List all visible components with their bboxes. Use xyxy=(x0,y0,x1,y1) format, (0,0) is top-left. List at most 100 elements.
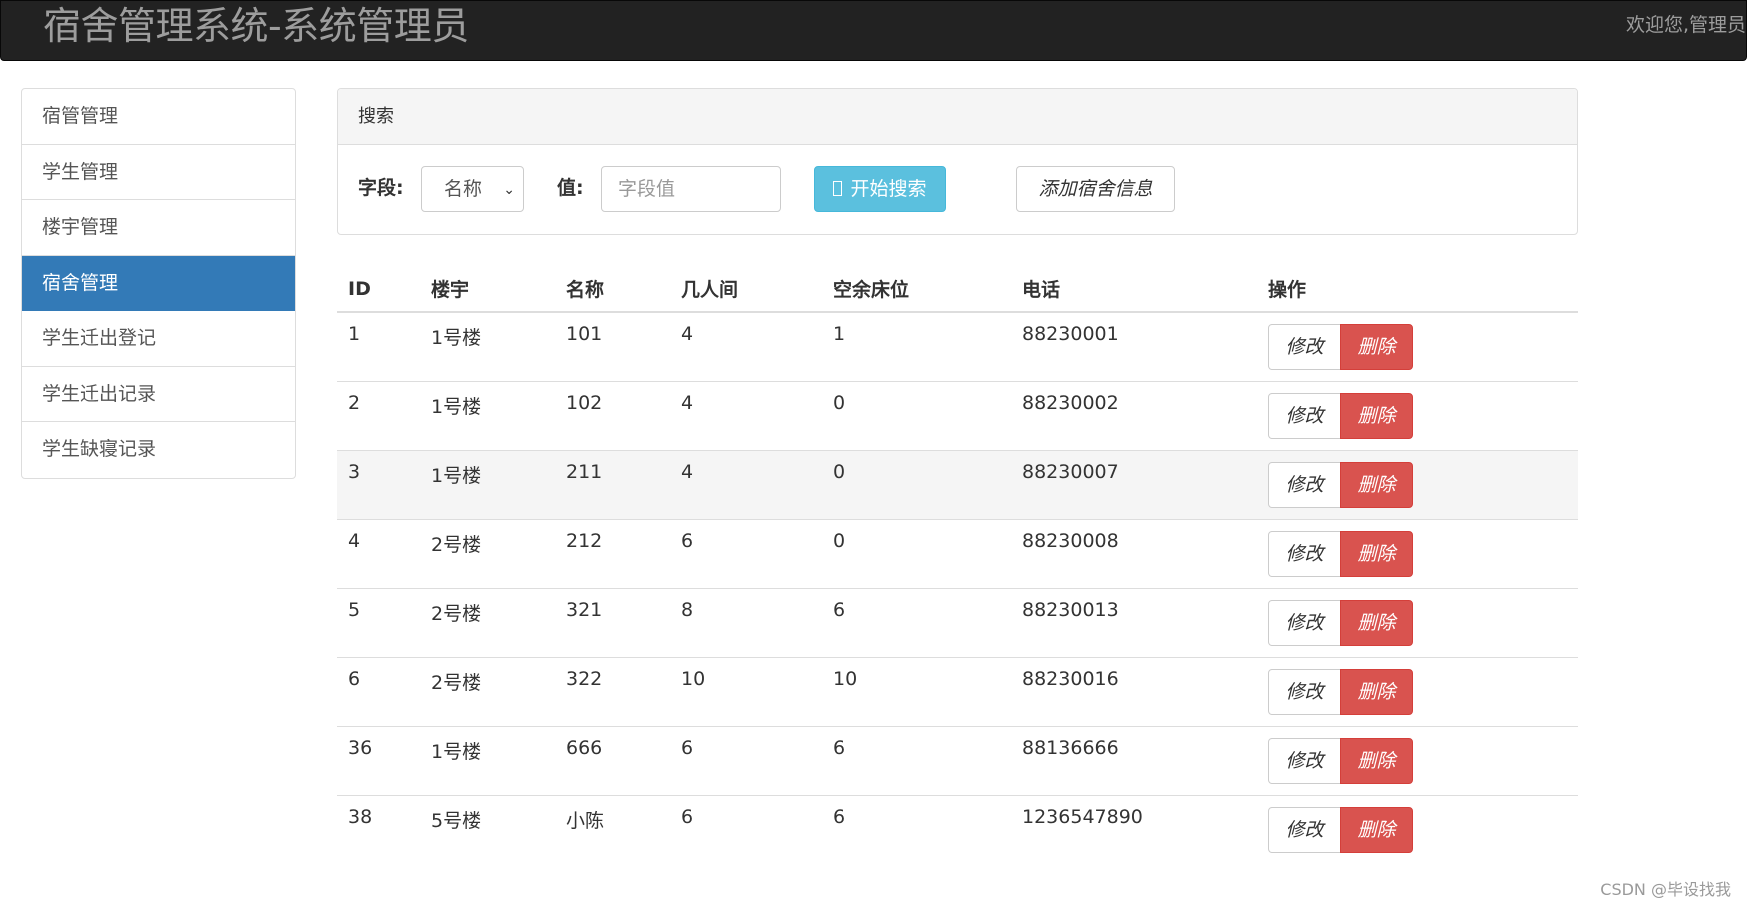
edit-button[interactable]: 修改 xyxy=(1268,530,1341,577)
field-label: 字段: xyxy=(358,177,404,199)
sidebar-item-checkout-register[interactable]: 学生迁出登记 xyxy=(22,311,295,367)
col-header-phone: 电话 xyxy=(1011,266,1257,313)
cell-capacity: 8 xyxy=(670,587,822,657)
value-input[interactable]: 字段值 xyxy=(601,166,781,212)
cell-phone: 88230002 xyxy=(1011,380,1257,450)
field-select-value: 名称 xyxy=(444,178,483,200)
cell-phone: 88230013 xyxy=(1011,587,1257,657)
cell-name: 322 xyxy=(555,656,670,726)
col-header-id: ID xyxy=(337,266,420,313)
sidebar-item-checkout-records[interactable]: 学生迁出记录 xyxy=(22,367,295,422)
table-row: 2 1号楼 102 4 0 88230002 修改 删除 xyxy=(337,380,1578,450)
cell-capacity: 4 xyxy=(681,323,694,345)
watermark: CSDN @毕设找我 xyxy=(1600,880,1731,899)
search-panel: 搜索 字段: 名称 ⌄ 值: 字段值 开始搜索 添加宿舍信息 xyxy=(337,88,1578,235)
search-button-label: 开始搜索 xyxy=(850,178,927,200)
cell-building: 2号楼 xyxy=(420,656,555,726)
cell-capacity: 6 xyxy=(670,518,822,588)
table-row: 36 1号楼 666 6 6 88136666 修改 删除 xyxy=(337,725,1578,795)
cell-free-beds: 6 xyxy=(822,794,1011,864)
cell-building: 1号楼 xyxy=(420,725,555,795)
delete-button[interactable]: 删除 xyxy=(1340,668,1413,715)
sidebar-item-students[interactable]: 学生管理 xyxy=(22,145,295,200)
cell-building: 1号楼 xyxy=(420,449,555,519)
value-label: 值: xyxy=(557,177,584,199)
field-select[interactable]: 名称 ⌄ xyxy=(421,166,524,212)
cell-building: 1号楼 xyxy=(431,327,482,349)
sidebar-item-dorms[interactable]: 宿舍管理 xyxy=(22,255,295,311)
sidebar-nav: 宿管管理 学生管理 楼宇管理 宿舍管理 学生迁出登记 学生迁出记录 学生缺寝记录 xyxy=(21,88,296,479)
search-icon xyxy=(833,181,843,196)
col-header-capacity: 几人间 xyxy=(670,266,822,313)
table-header-row: ID 楼宇 名称 几人间 空余床位 电话 操作 xyxy=(337,266,1578,313)
cell-free-beds: 0 xyxy=(822,380,1011,450)
cell-building: 1号楼 xyxy=(420,380,555,450)
cell-name: 102 xyxy=(555,380,670,450)
delete-button[interactable]: 删除 xyxy=(1340,392,1413,439)
cell-capacity: 6 xyxy=(670,794,822,864)
delete-button[interactable]: 删除 xyxy=(1340,737,1413,784)
cell-capacity: 6 xyxy=(670,725,822,795)
edit-button[interactable]: 修改 xyxy=(1268,392,1341,439)
top-navbar: 宿舍管理系统-系统管理员 欢迎您,管理员 xyxy=(0,0,1747,61)
cell-free-beds: 6 xyxy=(822,725,1011,795)
cell-name: 211 xyxy=(555,449,670,519)
add-dorm-button[interactable]: 添加宿舍信息 xyxy=(1016,166,1175,212)
cell-capacity: 4 xyxy=(670,449,822,519)
table-row: 3 1号楼 211 4 0 88230007 修改 删除 xyxy=(337,449,1578,519)
cell-actions: 修改 删除 xyxy=(1257,449,1578,519)
cell-building: 5号楼 xyxy=(420,794,555,864)
cell-actions: 修改 删除 xyxy=(1257,725,1578,795)
edit-button[interactable]: 修改 xyxy=(1268,806,1341,853)
cell-id: 4 xyxy=(337,518,420,588)
cell-id: 36 xyxy=(337,725,420,795)
cell-id: 6 xyxy=(337,656,420,726)
table-row: 38 5号楼 小陈 6 6 1236547890 修改 删除 xyxy=(337,794,1578,864)
col-header-building: 楼宇 xyxy=(420,266,555,313)
cell-name: 101 xyxy=(566,323,603,345)
cell-id: 5 xyxy=(337,587,420,657)
search-panel-body: 字段: 名称 ⌄ 值: 字段值 开始搜索 添加宿舍信息 xyxy=(338,145,1577,235)
cell-free-beds: 0 xyxy=(822,449,1011,519)
cell-building: 2号楼 xyxy=(420,518,555,588)
table-row: 6 2号楼 322 10 10 88230016 修改 删除 xyxy=(337,656,1578,726)
sidebar-item-buildings[interactable]: 楼宇管理 xyxy=(22,200,295,256)
cell-phone: 1236547890 xyxy=(1011,794,1257,864)
cell-name: 666 xyxy=(555,725,670,795)
cell-capacity: 4 xyxy=(670,380,822,450)
cell-id: 3 xyxy=(337,449,420,519)
cell-name: 321 xyxy=(555,587,670,657)
sidebar-item-absence-records[interactable]: 学生缺寝记录 xyxy=(22,422,295,478)
cell-id: 2 xyxy=(337,380,420,450)
cell-free-beds: 10 xyxy=(822,656,1011,726)
app-title[interactable]: 宿舍管理系统-系统管理员 xyxy=(43,3,469,49)
cell-id: 38 xyxy=(337,794,420,864)
edit-button[interactable]: 修改 xyxy=(1268,737,1341,784)
edit-button[interactable]: 修改 xyxy=(1268,461,1341,508)
cell-building: 2号楼 xyxy=(420,587,555,657)
dorm-table: ID 楼宇 名称 几人间 空余床位 电话 操作 1 1号楼 101 4 1 88… xyxy=(337,266,1578,864)
delete-button[interactable]: 删除 xyxy=(1340,599,1413,646)
search-button[interactable]: 开始搜索 xyxy=(814,166,946,212)
cell-phone: 88230007 xyxy=(1011,449,1257,519)
delete-button[interactable]: 删除 xyxy=(1340,324,1413,370)
cell-actions: 修改 删除 xyxy=(1257,312,1578,381)
sidebar-item-dorm-managers[interactable]: 宿管管理 xyxy=(22,89,295,145)
cell-actions: 修改 删除 xyxy=(1257,518,1578,588)
delete-button[interactable]: 删除 xyxy=(1340,806,1413,853)
edit-button[interactable]: 修改 xyxy=(1268,668,1341,715)
edit-button[interactable]: 修改 xyxy=(1268,324,1341,370)
cell-phone: 88136666 xyxy=(1011,725,1257,795)
cell-actions: 修改 删除 xyxy=(1257,794,1578,864)
table-row: 5 2号楼 321 8 6 88230013 修改 删除 xyxy=(337,587,1578,657)
cell-free-beds: 6 xyxy=(822,587,1011,657)
chevron-down-icon: ⌄ xyxy=(503,182,515,198)
table-row: 1 1号楼 101 4 1 88230001 修改 删除 xyxy=(337,312,1578,381)
search-panel-heading: 搜索 xyxy=(338,89,1577,145)
edit-button[interactable]: 修改 xyxy=(1268,599,1341,646)
delete-button[interactable]: 删除 xyxy=(1340,461,1413,508)
cell-name: 小陈 xyxy=(555,794,670,864)
delete-button[interactable]: 删除 xyxy=(1340,530,1413,577)
welcome-text[interactable]: 欢迎您,管理员 xyxy=(1626,11,1746,39)
cell-actions: 修改 删除 xyxy=(1257,380,1578,450)
